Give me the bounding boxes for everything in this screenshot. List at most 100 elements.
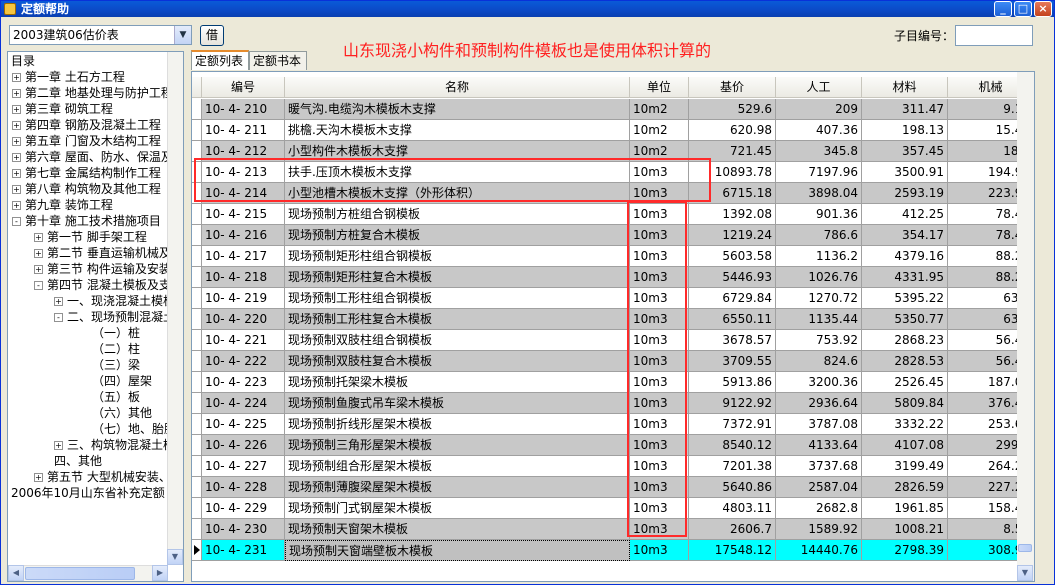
labor-cell[interactable]: 3737.68 <box>776 456 862 477</box>
base-price-cell[interactable]: 529.6 <box>689 99 776 120</box>
labor-cell[interactable]: 14440.76 <box>776 540 862 561</box>
name-cell[interactable]: 现场预制天窗架木模板 <box>285 519 630 540</box>
tree-item[interactable]: + 第一节 脚手架工程 <box>34 229 147 245</box>
code-cell[interactable]: 10- 4- 223 <box>202 372 285 393</box>
tree-item[interactable]: + 一、现浇混凝土模板 <box>54 293 168 309</box>
labor-cell[interactable]: 901.36 <box>776 204 862 225</box>
code-cell[interactable]: 10- 4- 217 <box>202 246 285 267</box>
code-cell[interactable]: 10- 4- 224 <box>202 393 285 414</box>
name-cell[interactable]: 现场预制三角形屋架木模板 <box>285 435 630 456</box>
expand-icon[interactable]: + <box>12 201 21 210</box>
base-price-cell[interactable]: 5913.86 <box>689 372 776 393</box>
table-row[interactable]: 10- 4- 216 现场预制方桩复合木模板 10m3 1219.24 786.6 354… <box>192 225 1034 246</box>
code-cell[interactable]: 10- 4- 210 <box>202 99 285 120</box>
tree-item[interactable]: -二、现场预制混凝土杉 <box>54 309 168 325</box>
price-table-select[interactable]: 2003建筑06估价表 ▼ <box>9 25 192 45</box>
labor-cell[interactable]: 4133.64 <box>776 435 862 456</box>
table-row[interactable]: 10- 4- 223 现场预制托架梁木模板 10m3 5913.86 3200.36 25… <box>192 372 1034 393</box>
unit-cell[interactable]: 10m2 <box>630 99 689 120</box>
tree-item[interactable]: 目录 <box>11 53 35 69</box>
tree-hscroll-thumb[interactable] <box>25 567 135 580</box>
labor-cell[interactable]: 407.36 <box>776 120 862 141</box>
name-cell[interactable]: 现场预制鱼腹式吊车梁木模板 <box>285 393 630 414</box>
tab-quota-book[interactable]: 定额书本 <box>249 51 307 70</box>
code-cell[interactable]: 10- 4- 216 <box>202 225 285 246</box>
base-price-cell[interactable]: 6550.11 <box>689 309 776 330</box>
material-cell[interactable]: 4107.08 <box>862 435 948 456</box>
name-cell[interactable]: 现场预制双肢柱组合钢模板 <box>285 330 630 351</box>
expand-icon[interactable]: + <box>34 249 43 258</box>
name-cell[interactable]: 现场预制方桩复合木模板 <box>285 225 630 246</box>
labor-cell[interactable]: 209 <box>776 99 862 120</box>
name-cell[interactable]: 现场预制工形柱组合钢模板 <box>285 288 630 309</box>
tree-item[interactable]: + 第五节 大型机械安装、扌 <box>34 469 168 485</box>
tree-item[interactable]: + 第一章 土石方工程 <box>12 69 125 85</box>
base-price-cell[interactable]: 3678.57 <box>689 330 776 351</box>
name-cell[interactable]: 现场预制工形柱复合木模板 <box>285 309 630 330</box>
code-cell[interactable]: 10- 4- 229 <box>202 498 285 519</box>
base-price-cell[interactable]: 8540.12 <box>689 435 776 456</box>
table-row[interactable]: 10- 4- 211 挑檐.天沟木模板木支撑 10m2 620.98 407.36 198… <box>192 120 1034 141</box>
tree-item[interactable]: （五）板 <box>92 389 140 405</box>
chapter-tree[interactable]: 目录 + 第一章 土石方工程 + 第二章 地基处理与防护工程 + 第三章 砌筑工程 + 第四章 … <box>7 51 184 582</box>
expand-icon[interactable]: + <box>12 169 21 178</box>
code-cell[interactable]: 10- 4- 228 <box>202 477 285 498</box>
name-cell[interactable]: 现场预制天窗端壁板木模板 <box>285 540 630 561</box>
scroll-right-icon[interactable]: ▶ <box>152 565 168 581</box>
collapse-icon[interactable]: - <box>34 281 43 290</box>
material-cell[interactable]: 4379.16 <box>862 246 948 267</box>
table-row[interactable]: 10- 4- 227 现场预制组合形屋架木模板 10m3 7201.38 3737.68… <box>192 456 1034 477</box>
base-price-cell[interactable]: 7201.38 <box>689 456 776 477</box>
name-cell[interactable]: 现场预制门式钢屋架木模板 <box>285 498 630 519</box>
material-cell[interactable]: 412.25 <box>862 204 948 225</box>
table-row[interactable]: 10- 4- 228 现场预制薄腹梁屋架木模板 10m3 5640.86 2587.04… <box>192 477 1034 498</box>
material-cell[interactable]: 2828.53 <box>862 351 948 372</box>
code-cell[interactable]: 10- 4- 218 <box>202 267 285 288</box>
name-cell[interactable]: 挑檐.天沟木模板木支撑 <box>285 120 630 141</box>
name-cell[interactable]: 现场预制矩形柱复合木模板 <box>285 267 630 288</box>
tree-item[interactable]: （一）桩 <box>92 325 140 341</box>
table-row[interactable]: 10- 4- 215 现场预制方桩组合钢模板 10m3 1392.08 901.36 41… <box>192 204 1034 225</box>
material-cell[interactable]: 311.47 <box>862 99 948 120</box>
expand-icon[interactable]: + <box>12 137 21 146</box>
scroll-left-icon[interactable]: ◀ <box>8 565 24 581</box>
base-price-cell[interactable]: 620.98 <box>689 120 776 141</box>
material-cell[interactable]: 2868.23 <box>862 330 948 351</box>
base-price-cell[interactable]: 9122.92 <box>689 393 776 414</box>
material-cell[interactable]: 2593.19 <box>862 183 948 204</box>
labor-cell[interactable]: 7197.96 <box>776 162 862 183</box>
table-row[interactable]: 10- 4- 221 现场预制双肢柱组合钢模板 10m3 3678.57 753.92 2… <box>192 330 1034 351</box>
code-cell[interactable]: 10- 4- 230 <box>202 519 285 540</box>
base-price-cell[interactable]: 17548.12 <box>689 540 776 561</box>
tree-vertical-scrollbar[interactable]: ▼ <box>167 52 183 565</box>
collapse-icon[interactable]: - <box>12 217 21 226</box>
table-row[interactable]: 10- 4- 225 现场预制折线形屋架木模板 10m3 7372.91 3787.08… <box>192 414 1034 435</box>
name-cell[interactable]: 现场预制托架梁木模板 <box>285 372 630 393</box>
base-price-cell[interactable]: 1219.24 <box>689 225 776 246</box>
name-cell[interactable]: 现场预制组合形屋架木模板 <box>285 456 630 477</box>
labor-cell[interactable]: 3898.04 <box>776 183 862 204</box>
labor-cell[interactable]: 2587.04 <box>776 477 862 498</box>
code-cell[interactable]: 10- 4- 215 <box>202 204 285 225</box>
table-row[interactable]: 10- 4- 229 现场预制门式钢屋架木模板 10m3 4803.11 2682.8 1… <box>192 498 1034 519</box>
table-row[interactable]: 10- 4- 220 现场预制工形柱复合木模板 10m3 6550.11 1135.44… <box>192 309 1034 330</box>
table-row[interactable]: 10- 4- 210 暖气沟.电缆沟木模板木支撑 10m2 529.6 209 311.4… <box>192 99 1034 120</box>
material-cell[interactable]: 1008.21 <box>862 519 948 540</box>
expand-icon[interactable]: + <box>34 473 43 482</box>
base-price-cell[interactable]: 5446.93 <box>689 267 776 288</box>
material-cell[interactable]: 354.17 <box>862 225 948 246</box>
table-row[interactable]: 10- 4- 226 现场预制三角形屋架木模板 10m3 8540.12 4133.64… <box>192 435 1034 456</box>
tab-quota-list[interactable]: 定额列表 <box>191 50 249 70</box>
material-cell[interactable]: 3500.91 <box>862 162 948 183</box>
collapse-icon[interactable]: - <box>54 313 63 322</box>
material-cell[interactable]: 5809.84 <box>862 393 948 414</box>
labor-cell[interactable]: 2936.64 <box>776 393 862 414</box>
base-price-cell[interactable]: 1392.08 <box>689 204 776 225</box>
name-cell[interactable]: 暖气沟.电缆沟木模板木支撑 <box>285 99 630 120</box>
tree-item[interactable]: + 第五章 门窗及木结构工程 <box>12 133 161 149</box>
labor-cell[interactable]: 1026.76 <box>776 267 862 288</box>
base-price-cell[interactable]: 5640.86 <box>689 477 776 498</box>
name-cell[interactable]: 现场预制方桩组合钢模板 <box>285 204 630 225</box>
tree-item[interactable]: + 第二节 垂直运输机械及超 <box>34 245 168 261</box>
base-price-cell[interactable]: 5603.58 <box>689 246 776 267</box>
